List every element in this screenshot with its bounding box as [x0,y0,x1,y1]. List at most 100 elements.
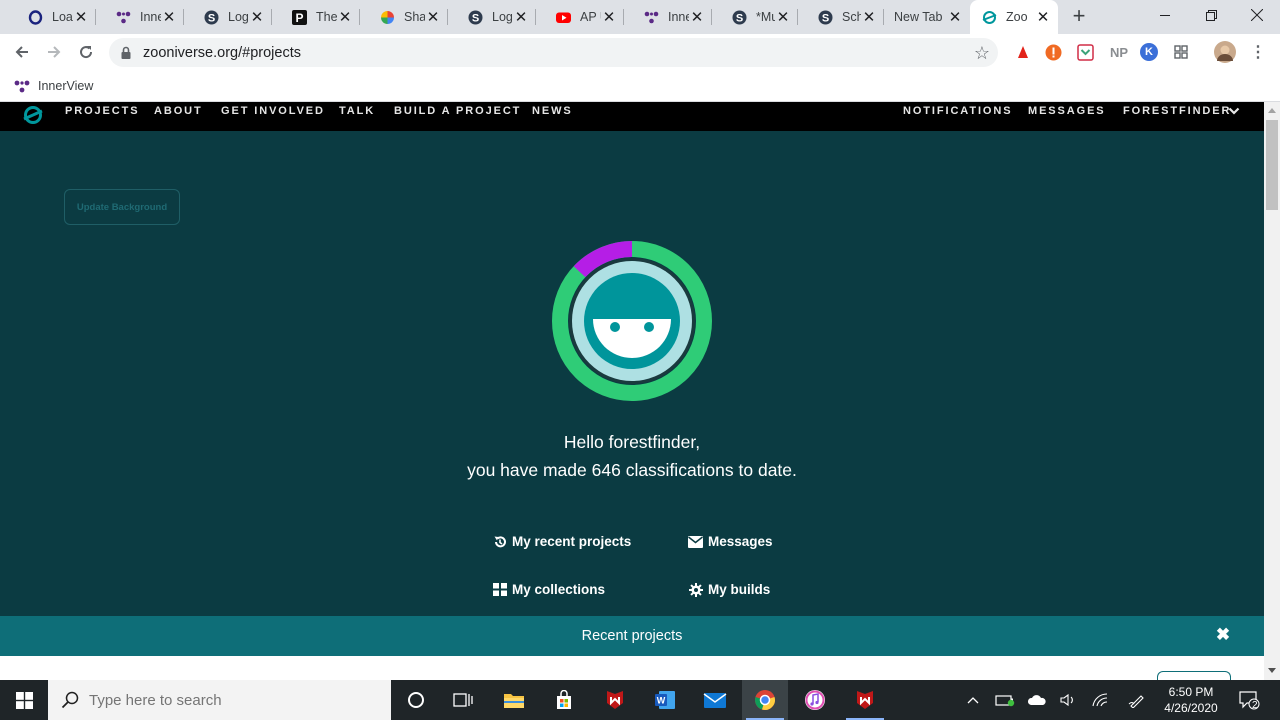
classification-count: 646 [591,460,621,480]
close-icon[interactable]: ✕ [947,9,963,26]
close-icon[interactable]: ✕ [601,9,617,26]
messages-link[interactable]: Messages [688,534,773,549]
recent-projects-title: Recent projects [581,628,683,644]
extensions-grid-icon[interactable] [1172,43,1190,61]
tab-title: AP U [580,10,601,24]
nav-projects[interactable]: PROJECTS [65,105,140,117]
nav-messages[interactable]: MESSAGES [1028,105,1106,117]
microsoft-store-icon[interactable] [541,680,587,720]
close-icon[interactable]: ✕ [689,9,705,26]
update-background-button[interactable]: Update Background [64,189,180,225]
restore-button[interactable] [1188,0,1234,30]
greeting: Hello forestfinder, you have made 646 cl… [0,428,1264,484]
tab-2[interactable]: S Log ✕ [184,0,272,34]
close-icon[interactable]: ✕ [1035,9,1051,26]
nav-get-involved[interactable]: GET INVOLVED [221,105,325,117]
close-icon[interactable]: ✕ [161,9,177,26]
zooniverse-logo-icon[interactable] [22,104,44,126]
tab-10[interactable]: New Tab ✕ [884,0,970,34]
close-icon[interactable]: ✕ [73,9,89,26]
my-collections-link[interactable]: My collections [492,582,605,597]
tab-title: Inne [668,10,689,24]
word-icon[interactable]: W [642,680,688,720]
recent-projects-panel [0,656,1264,680]
file-explorer-icon[interactable] [491,680,537,720]
nav-notifications[interactable]: NOTIFICATIONS [903,105,1012,117]
nav-build-a-project[interactable]: BUILD A PROJECT [394,105,521,117]
close-icon[interactable]: ✕ [425,9,441,26]
back-button[interactable] [8,39,36,65]
k-extension-icon[interactable]: K [1140,43,1158,61]
task-view-icon[interactable] [440,680,486,720]
start-button[interactable] [0,680,48,720]
tab-1[interactable]: InnerView ✕ [96,0,184,34]
tab-9[interactable]: S Scho ✕ [798,0,884,34]
my-builds-link[interactable]: My builds [688,582,770,597]
profile-avatar[interactable] [1214,41,1236,63]
close-icon[interactable]: ✕ [337,9,353,26]
new-tab-button[interactable]: + [1069,5,1089,27]
battery-icon[interactable] [994,680,1016,720]
mail-icon[interactable] [692,680,738,720]
nav-about[interactable]: ABOUT [154,105,203,117]
tab-0[interactable]: Loan ✕ [8,0,96,34]
menu-dots-icon[interactable]: ⋮ [1249,43,1267,61]
page-scrollbar[interactable] [1264,102,1280,680]
tab-7[interactable]: Inne ✕ [624,0,712,34]
bookmark-innerview[interactable]: InnerView [14,76,93,96]
cortana-icon[interactable] [393,680,439,720]
close-icon[interactable]: ✕ [513,9,529,26]
wifi-icon[interactable] [1090,680,1112,720]
scrollbar-thumb[interactable] [1266,120,1278,210]
close-window-button[interactable] [1234,0,1280,30]
url-input[interactable] [143,44,843,61]
close-icon[interactable]: ✕ [775,9,791,26]
chevron-down-icon[interactable] [1228,106,1240,116]
nav-user-menu[interactable]: FORESTFINDER [1123,105,1231,117]
tab-6[interactable]: AP U ✕ [536,0,624,34]
minimize-button[interactable] [1142,0,1188,30]
star-icon[interactable]: ☆ [974,43,990,64]
close-icon[interactable]: ✕ [249,9,265,26]
taskbar-search[interactable] [48,680,391,720]
robot-eye-icon [644,322,654,332]
action-center-icon[interactable]: 2 [1234,680,1264,720]
forward-button[interactable] [40,39,68,65]
tab-8[interactable]: S *Mu ✕ [712,0,798,34]
my-recent-projects-link[interactable]: My recent projects [492,534,631,549]
panel-button[interactable] [1157,671,1231,680]
s-circle-icon: S [818,10,833,25]
chevron-up-icon[interactable] [964,680,982,720]
alert-extension-icon[interactable] [1044,43,1062,61]
onedrive-icon[interactable] [1026,680,1048,720]
np-extension-icon[interactable]: NP [1108,43,1130,61]
address-bar[interactable]: ☆ [109,38,998,67]
chrome-taskbar-icon[interactable] [742,680,788,720]
innerview-icon [116,10,131,25]
acrobat-icon[interactable] [1014,43,1032,61]
nav-talk[interactable]: TALK [339,105,375,117]
zooniverse-nav: PROJECTS ABOUT GET INVOLVED TALK BUILD A… [0,102,1264,131]
mcafee-icon[interactable] [592,680,638,720]
svg-text:S: S [472,12,479,24]
tab-title: Log [492,10,513,24]
scroll-up-arrow-icon[interactable] [1268,108,1276,113]
pocket-icon[interactable] [1076,43,1094,61]
tab-5[interactable]: S Log ✕ [448,0,536,34]
tab-title: The [316,10,337,24]
scroll-down-arrow-icon[interactable] [1268,668,1276,673]
tab-11-active[interactable]: Zoo ✕ [970,0,1058,34]
reload-button[interactable] [72,39,100,65]
itunes-icon[interactable] [792,680,838,720]
search-input[interactable] [89,691,369,709]
nav-news[interactable]: NEWS [532,105,573,117]
system-clock[interactable]: 6:50 PM 4/26/2020 [1158,684,1224,716]
close-icon[interactable]: ✕ [861,9,877,26]
recent-projects-bar[interactable]: Recent projects ✖ [0,616,1264,656]
mcafee-icon[interactable] [842,680,888,720]
tab-4[interactable]: Shar ✕ [360,0,448,34]
pen-icon[interactable] [1126,680,1148,720]
close-icon[interactable]: ✖ [1214,625,1232,644]
volume-icon[interactable] [1058,680,1080,720]
tab-3[interactable]: P The ✕ [272,0,360,34]
